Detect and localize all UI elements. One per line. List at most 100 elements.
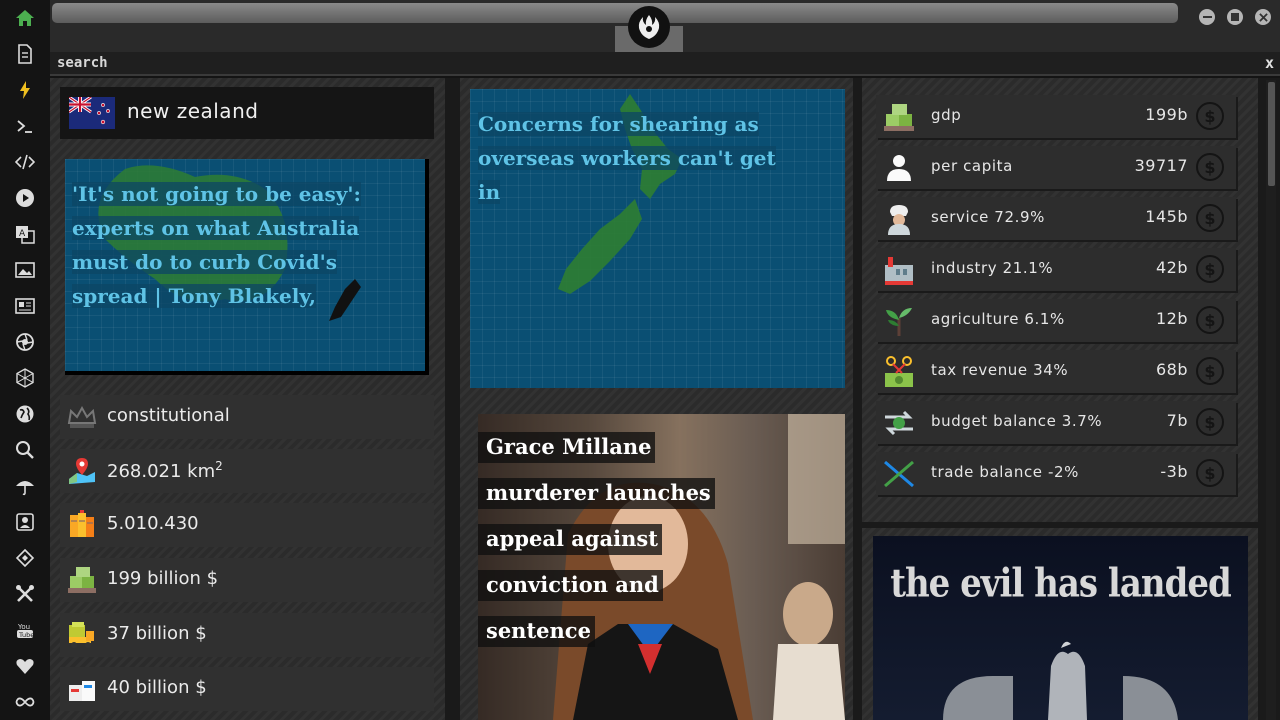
news-card-australia[interactable]: 'It's not going to be easy': experts on …	[65, 159, 429, 375]
dollar-button[interactable]: $	[1196, 153, 1224, 181]
plant-icon	[886, 308, 912, 336]
translate-icon[interactable]: A	[13, 222, 37, 246]
dollar-button[interactable]: $	[1196, 255, 1224, 283]
news-column: Concerns for shearing as overseas worker…	[460, 78, 853, 720]
economy-row-trade[interactable]: trade balance -2% -3b $	[876, 452, 1236, 495]
news-card-shearing[interactable]: Concerns for shearing as overseas worker…	[470, 89, 845, 388]
sidebar: A You Tube	[0, 0, 50, 720]
country-header[interactable]: new zealand	[60, 87, 434, 139]
youtube-icon[interactable]: You Tube	[13, 618, 37, 642]
economy-value: -3b	[1160, 462, 1188, 481]
umbrella-icon[interactable]	[13, 474, 37, 498]
economy-value: 68b	[1155, 360, 1188, 379]
stat-reserves: 37 billion $	[60, 613, 434, 657]
stat-area: 268.021 km2	[60, 449, 434, 493]
news-headline-left[interactable]: 'It's not going to be easy': experts on …	[72, 177, 372, 313]
economy-row-tax[interactable]: tax revenue 34% 68b $	[876, 350, 1236, 393]
title-bar	[50, 0, 1280, 52]
rebel-alliance-logo-icon[interactable]	[628, 6, 670, 48]
economy-label: trade balance -2%	[931, 463, 1079, 481]
code-icon[interactable]	[13, 150, 37, 174]
crown-icon	[67, 405, 97, 428]
economy-value: 199b	[1145, 105, 1188, 124]
person-icon	[887, 155, 911, 181]
dollar-button[interactable]: $	[1196, 357, 1224, 385]
ad-artwork	[943, 641, 1178, 720]
dollar-button[interactable]: $	[1196, 408, 1224, 436]
search-label[interactable]: search	[57, 55, 108, 71]
close-button[interactable]	[1255, 9, 1271, 25]
search-bar[interactable]: search x	[50, 52, 1280, 76]
terminal-icon[interactable]	[13, 114, 37, 138]
chef-icon	[888, 205, 910, 235]
lightning-icon[interactable]	[13, 78, 37, 102]
area-unit-exponent: 2	[215, 459, 223, 473]
home-icon[interactable]	[13, 6, 37, 30]
stat-population-text: 5.010.430	[107, 513, 199, 534]
infinity-icon[interactable]	[13, 690, 37, 714]
economy-label: budget balance 3.7%	[931, 412, 1103, 430]
economy-column: gdp 199b $ per capita 39717 $ service 72.9% 145…	[862, 78, 1258, 720]
economy-label: service 72.9%	[931, 208, 1045, 226]
money-stack-icon	[68, 567, 96, 593]
economy-label: agriculture 6.1%	[931, 310, 1065, 328]
hexagon-icon[interactable]	[13, 366, 37, 390]
contact-icon[interactable]	[13, 510, 37, 534]
play-icon[interactable]	[13, 186, 37, 210]
stat-reserves-text: 37 billion $	[107, 623, 207, 644]
stat-government: constitutional	[60, 395, 434, 439]
scrollbar[interactable]	[1266, 80, 1276, 720]
economy-value: 39717	[1134, 156, 1188, 175]
economy-label: per capita	[931, 157, 1013, 175]
stat-debt-text: 40 billion $	[107, 677, 207, 698]
search-icon[interactable]	[13, 438, 37, 462]
economy-label: industry 21.1%	[931, 259, 1054, 277]
tools-icon[interactable]	[13, 582, 37, 606]
money-truck-icon	[69, 622, 94, 648]
boxes-icon	[69, 681, 95, 701]
population-icon	[70, 510, 94, 537]
exchange-icon	[885, 410, 913, 436]
new-zealand-flag-icon	[68, 95, 115, 129]
dollar-button[interactable]: $	[1196, 459, 1224, 487]
stat-gdp-text: 199 billion $	[107, 568, 219, 589]
minimize-button[interactable]	[1199, 9, 1215, 25]
scrollbar-thumb[interactable]	[1268, 82, 1275, 186]
news-headline-photo[interactable]: Grace Millane murderer launches appeal a…	[478, 424, 768, 654]
diamond-code-icon[interactable]	[13, 546, 37, 570]
economy-row-industry[interactable]: industry 21.1% 42b $	[876, 248, 1236, 291]
economy-value: 145b	[1145, 207, 1188, 226]
image-icon[interactable]	[13, 258, 37, 282]
main-content: new zealand 'It's not going to be easy':…	[50, 78, 1280, 720]
stat-population: 5.010.430	[60, 503, 434, 547]
news-card-photo[interactable]: Grace Millane murderer launches appeal a…	[478, 414, 845, 720]
economy-row-budget[interactable]: budget balance 3.7% 7b $	[876, 401, 1236, 444]
stat-gdp: 199 billion $	[60, 558, 434, 602]
economy-row-service[interactable]: service 72.9% 145b $	[876, 197, 1236, 240]
trade-cross-icon	[884, 460, 914, 488]
dollar-button[interactable]: $	[1196, 102, 1224, 130]
document-icon[interactable]	[13, 42, 37, 66]
factory-icon	[885, 257, 913, 285]
economy-value: 12b	[1155, 309, 1188, 328]
ad-banner[interactable]: the evil has landed	[873, 536, 1248, 720]
scissors-money-icon	[885, 356, 913, 387]
country-column: new zealand 'It's not going to be easy':…	[50, 78, 445, 720]
dollar-button[interactable]: $	[1196, 204, 1224, 232]
svg-text:Tube: Tube	[18, 631, 34, 639]
heart-icon[interactable]	[13, 654, 37, 678]
address-bar[interactable]	[52, 3, 1178, 23]
stat-government-text: constitutional	[107, 405, 230, 426]
dollar-button[interactable]: $	[1196, 306, 1224, 334]
newspaper-icon[interactable]	[13, 294, 37, 318]
economy-label: gdp	[931, 106, 962, 124]
aperture-icon[interactable]	[13, 330, 37, 354]
news-headline-middle[interactable]: Concerns for shearing as overseas worker…	[478, 107, 778, 209]
economy-row-agriculture[interactable]: agriculture 6.1% 12b $	[876, 299, 1236, 342]
economy-row-per[interactable]: per capita 39717 $	[876, 146, 1236, 189]
economy-row-gdp[interactable]: gdp 199b $	[876, 95, 1236, 138]
globe-icon[interactable]	[13, 402, 37, 426]
search-close-button[interactable]: x	[1265, 54, 1274, 72]
maximize-button[interactable]	[1227, 9, 1243, 25]
stat-area-text: 268.021 km2	[107, 459, 223, 482]
